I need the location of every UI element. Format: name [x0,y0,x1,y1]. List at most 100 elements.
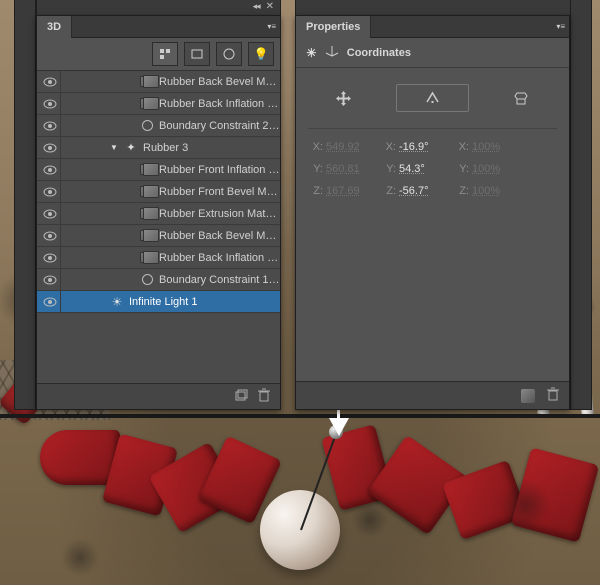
reset-coordinates-icon[interactable] [521,389,535,403]
visibility-eye-icon[interactable] [39,225,61,246]
layer-label: Boundary Constraint 1_R... [159,274,280,286]
layer-label: Rubber Back Bevel Mater... [159,76,280,88]
layer-row[interactable]: ▼ ✦ Rubber 3 [37,137,280,159]
visibility-eye-icon[interactable] [39,93,61,114]
light-sphere-gizmo[interactable] [260,490,340,570]
layer-row[interactable]: Rubber Back Bevel Mater... [37,71,280,93]
layer-row[interactable]: Rubber Back Inflation M... [37,247,280,269]
panel-group-header[interactable]: ▸▸ [295,0,592,15]
annotation-arrow-head [329,418,349,436]
panel-group-header[interactable]: ◂◂ ✕ [36,0,281,15]
panel-3d: 3D ▾≡ 💡 Rubber Back Bevel Mater...Rubber… [36,15,281,410]
panel-menu-icon[interactable]: ▾≡ [267,22,276,31]
visibility-eye-icon[interactable] [39,291,61,312]
rotation-y-value[interactable]: 54.3° [399,163,454,175]
layer-row[interactable]: Rubber Extrusion Materi... [37,203,280,225]
layer-label: Rubber 3 [143,142,280,154]
coordinates-icon [325,44,339,61]
layer-label: Rubber Front Bevel Mate... [159,186,280,198]
position-y-value[interactable]: 560.81 [326,163,381,175]
rotation-x-value[interactable]: -16.9° [399,141,454,153]
close-icon[interactable]: ✕ [266,1,274,12]
constraint-icon [139,273,155,287]
rotation-z-value[interactable]: -56.7° [399,185,454,197]
visibility-eye-icon[interactable] [39,181,61,202]
layer-row[interactable]: Rubber Back Inflation M... [37,93,280,115]
infinite-light-icon: ☀ [306,46,317,60]
new-layer-icon[interactable] [234,388,248,405]
panel-dock-gutter[interactable] [14,0,36,410]
position-z-value[interactable]: 167.69 [326,185,381,197]
filter-scene-button[interactable] [152,42,178,66]
label-z: Z: [454,185,472,197]
properties-section-header: ☀ Coordinates [296,38,569,68]
visibility-eye-icon[interactable] [39,203,61,224]
layer-label: Boundary Constraint 2_R... [159,120,280,132]
tab-3d[interactable]: 3D [37,16,72,38]
visibility-eye-icon[interactable] [39,137,61,158]
mesh-icon: ✦ [123,141,139,155]
coordinate-grid: X: 549.92 X: -16.9° X: 100% Y: 560.81 Y:… [308,129,557,197]
material-icon [139,163,155,177]
layer-label: Rubber Extrusion Materi... [159,208,280,220]
rotate-mode-button[interactable] [396,84,470,112]
panel-properties-footer [296,381,569,409]
filter-meshes-button[interactable] [184,42,210,66]
scale-x-value[interactable]: 100% [472,141,512,153]
label-x: X: [381,141,399,153]
scribble-mark [350,505,390,535]
panel-tabbar: 3D ▾≡ [37,16,280,38]
tab-properties[interactable]: Properties [296,16,371,38]
scribble-mark [500,480,550,530]
label-z: Z: [381,185,399,197]
delete-icon[interactable] [258,388,270,405]
twirl-down-icon[interactable]: ▼ [109,143,119,152]
scale-z-value[interactable]: 100% [472,185,512,197]
layer-row[interactable]: Rubber Back Bevel Mater... [37,225,280,247]
scale-y-value[interactable]: 100% [472,163,512,175]
panel-3d-footer [37,383,280,409]
material-icon [139,97,155,111]
layer-label: Rubber Front Inflation M... [159,164,280,176]
panel-3d-toolbar: 💡 [37,38,280,71]
label-x: X: [454,141,472,153]
layer-label: Infinite Light 1 [129,296,280,308]
label-y: Y: [308,163,326,175]
move-mode-button[interactable] [308,84,380,112]
panel-menu-icon[interactable]: ▾≡ [556,22,565,31]
label-x: X: [308,141,326,153]
position-x-value[interactable]: 549.92 [326,141,381,153]
filter-lights-button[interactable]: 💡 [248,42,274,66]
horizon-line [0,414,600,418]
layer-label: Rubber Back Bevel Mater... [159,230,280,242]
panel-properties: Properties ▾≡ ☀ Coordinates X: 549.92 X: [295,15,570,410]
visibility-eye-icon[interactable] [39,115,61,136]
delete-icon[interactable] [547,387,559,404]
section-title: Coordinates [347,47,411,59]
layer-row[interactable]: Rubber Front Inflation M... [37,159,280,181]
visibility-eye-icon[interactable] [39,159,61,180]
layer-label: Rubber Back Inflation M... [159,252,280,264]
infinite-light-icon: ☀ [109,295,125,309]
properties-body: X: 549.92 X: -16.9° X: 100% Y: 560.81 Y:… [296,68,569,381]
label-z: Z: [308,185,326,197]
layer-list: Rubber Back Bevel Mater... Rubber Back In… [37,71,280,383]
layer-row[interactable]: ☀ Infinite Light 1 [37,291,280,313]
collapse-icon[interactable]: ◂◂ [253,1,260,12]
scale-mode-button[interactable] [485,84,557,112]
panel-dock-gutter[interactable] [570,0,592,410]
scribble-mark [60,540,100,575]
material-icon [139,251,155,265]
layer-row[interactable]: Boundary Constraint 1_R... [37,269,280,291]
visibility-eye-icon[interactable] [39,269,61,290]
filter-materials-button[interactable] [216,42,242,66]
panel-tabbar: Properties ▾≡ [296,16,569,38]
material-icon [139,229,155,243]
label-y: Y: [454,163,472,175]
layer-row[interactable]: Rubber Front Bevel Mate... [37,181,280,203]
material-icon [139,75,155,89]
layer-row[interactable]: Boundary Constraint 2_R... [37,115,280,137]
visibility-eye-icon[interactable] [39,247,61,268]
layer-label: Rubber Back Inflation M... [159,98,280,110]
visibility-eye-icon[interactable] [39,71,61,92]
